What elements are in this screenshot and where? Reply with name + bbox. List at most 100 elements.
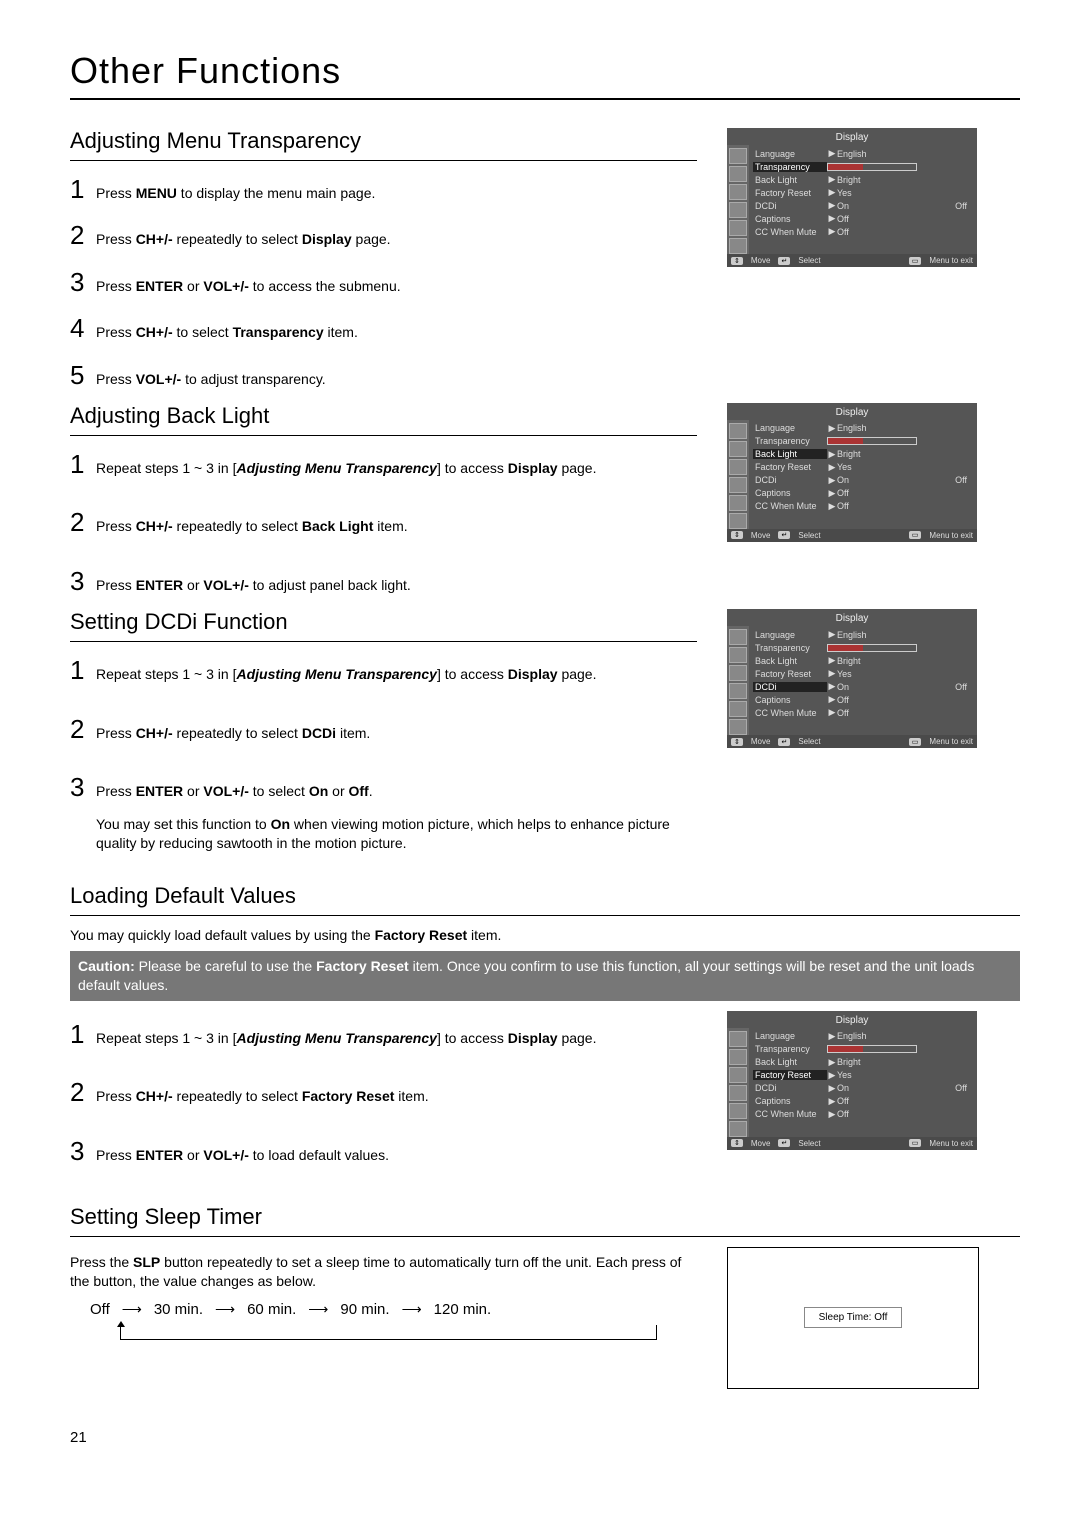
step-text: Press CH+/- repeatedly to select Display…	[96, 230, 697, 250]
step-number: 1	[70, 652, 96, 688]
title-rule	[70, 98, 1020, 100]
osd-row: Back Light▶Bright	[753, 1056, 973, 1069]
osd-icon-strip	[727, 1028, 749, 1137]
osd-label: Factory Reset	[753, 669, 827, 679]
section-rule	[70, 915, 1020, 916]
osd-row: CC When Mute▶Off	[753, 706, 973, 719]
osd-label: Captions	[753, 695, 827, 705]
osd-category-icon	[729, 495, 747, 511]
osd-label: Captions	[753, 488, 827, 498]
osd-row: Captions▶Off	[753, 487, 973, 500]
step-number: 1	[70, 446, 96, 482]
step-number: 3	[70, 563, 96, 599]
osd-label: DCDi	[753, 201, 827, 211]
osd-category-icon	[729, 184, 747, 200]
step: 1Repeat steps 1 ~ 3 in [Adjusting Menu T…	[70, 652, 697, 688]
osd-category-icon	[729, 423, 747, 439]
osd-category-icon	[729, 1121, 747, 1137]
osd-row: Factory Reset▶Yes	[753, 186, 973, 199]
step-text: Press CH+/- to select Transparency item.	[96, 323, 697, 343]
step-number: 3	[70, 769, 96, 805]
osd-label: Language	[753, 149, 827, 159]
flow-arrow-icon: ⟶	[402, 1301, 422, 1318]
step: 3Press ENTER or VOL+/- to load default v…	[70, 1133, 697, 1169]
step-text: Press MENU to display the menu main page…	[96, 184, 697, 204]
sleep-timer-flow: Off⟶30 min.⟶60 min.⟶90 min.⟶120 min.	[90, 1301, 697, 1318]
step: 1Press MENU to display the menu main pag…	[70, 171, 697, 207]
osd-title: Display	[727, 609, 977, 626]
osd-label: DCDi	[753, 475, 827, 485]
step-number: 4	[70, 310, 96, 346]
step-number: 1	[70, 1016, 96, 1052]
osd-panel-default: DisplayLanguage▶EnglishTransparencyBack …	[727, 1011, 977, 1150]
osd-label: CC When Mute	[753, 708, 827, 718]
osd-row: DCDi▶OnOff	[753, 474, 973, 487]
osd-category-icon	[729, 683, 747, 699]
step-text: Press ENTER or VOL+/- to load default va…	[96, 1146, 697, 1166]
osd-label: Back Light	[753, 175, 827, 185]
step-text: Press ENTER or VOL+/- to adjust panel ba…	[96, 576, 697, 596]
step-number: 2	[70, 1074, 96, 1110]
osd-category-icon	[729, 647, 747, 663]
osd-title: Display	[727, 403, 977, 420]
osd-row: DCDi▶OnOff	[753, 1082, 973, 1095]
osd-title: Display	[727, 128, 977, 145]
osd-category-icon	[729, 1067, 747, 1083]
osd-row: DCDi▶OnOff	[753, 680, 973, 693]
osd-row: Captions▶Off	[753, 693, 973, 706]
heading-sleep: Setting Sleep Timer	[70, 1204, 1020, 1230]
step-number: 2	[70, 504, 96, 540]
step: 5Press VOL+/- to adjust transparency.	[70, 357, 697, 393]
osd-icon-strip	[727, 626, 749, 735]
osd-category-icon	[729, 202, 747, 218]
osd-category-icon	[729, 148, 747, 164]
heading-dcdi: Setting DCDi Function	[70, 609, 697, 635]
osd-label: Transparency	[753, 436, 827, 446]
osd-title: Display	[727, 1011, 977, 1028]
page-number: 21	[70, 1429, 1020, 1446]
flow-value: 90 min.	[340, 1301, 389, 1318]
osd-label: Factory Reset	[753, 188, 827, 198]
step-number: 2	[70, 711, 96, 747]
osd-row: Factory Reset▶Yes	[753, 1069, 973, 1082]
heading-transparency: Adjusting Menu Transparency	[70, 128, 697, 154]
osd-footer: ⇕Move↵Select▭Menu to exit	[727, 529, 977, 542]
osd-row: Captions▶Off	[753, 1095, 973, 1108]
step-text: Repeat steps 1 ~ 3 in [Adjusting Menu Tr…	[96, 459, 697, 479]
osd-label: CC When Mute	[753, 227, 827, 237]
step: 3Press ENTER or VOL+/- to select On or O…	[70, 769, 697, 805]
osd-label: DCDi	[753, 682, 827, 692]
sleep-osd-text: Sleep Time: Off	[804, 1307, 903, 1328]
osd-category-icon	[729, 220, 747, 236]
osd-row: Back Light▶Bright	[753, 448, 973, 461]
osd-label: Language	[753, 630, 827, 640]
osd-row: Language▶English	[753, 422, 973, 435]
flow-arrow-icon: ⟶	[215, 1301, 235, 1318]
sleep-osd-box: Sleep Time: Off	[727, 1247, 979, 1389]
osd-label: Captions	[753, 214, 827, 224]
osd-row: Language▶English	[753, 628, 973, 641]
osd-label: Back Light	[753, 656, 827, 666]
osd-label: Back Light	[753, 449, 827, 459]
step-text: Press CH+/- repeatedly to select DCDi it…	[96, 724, 697, 744]
sleep-intro: Press the SLP button repeatedly to set a…	[70, 1253, 697, 1291]
step-text: Press ENTER or VOL+/- to select On or Of…	[96, 782, 697, 802]
section-rule	[70, 160, 697, 161]
osd-label: Factory Reset	[753, 462, 827, 472]
osd-category-icon	[729, 1103, 747, 1119]
flow-value: Off	[90, 1301, 110, 1318]
osd-row: Factory Reset▶Yes	[753, 461, 973, 474]
osd-panel-dcdi: DisplayLanguage▶EnglishTransparencyBack …	[727, 609, 977, 748]
step: 3Press ENTER or VOL+/- to access the sub…	[70, 264, 697, 300]
osd-label: Captions	[753, 1096, 827, 1106]
heading-backlight: Adjusting Back Light	[70, 403, 697, 429]
osd-row: Back Light▶Bright	[753, 654, 973, 667]
manual-page: Other Functions Adjusting Menu Transpare…	[0, 0, 1080, 1486]
step-text: Press CH+/- repeatedly to select Factory…	[96, 1087, 697, 1107]
osd-label: DCDi	[753, 1083, 827, 1093]
step: 2Press CH+/- repeatedly to select DCDi i…	[70, 711, 697, 747]
osd-panel-backlight: Display Language▶EnglishTransparency Back …	[727, 403, 977, 542]
osd-row: CC When Mute▶Off	[753, 500, 973, 513]
osd-row: Factory Reset▶Yes	[753, 667, 973, 680]
osd-footer: ⇕Move↵Select▭Menu to exit	[727, 735, 977, 748]
